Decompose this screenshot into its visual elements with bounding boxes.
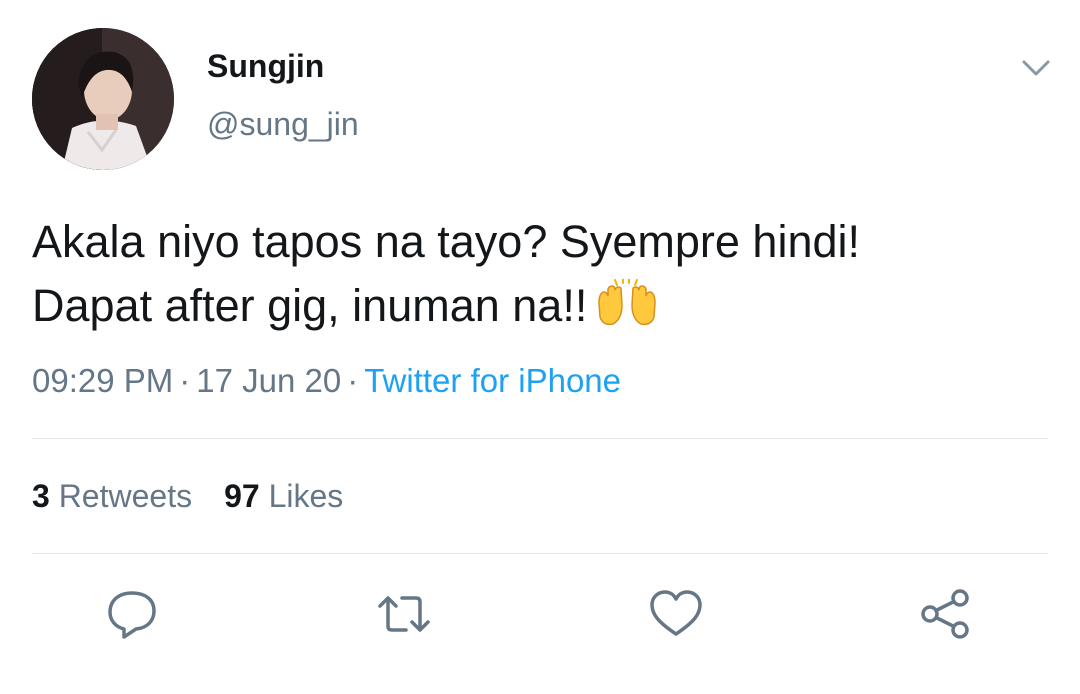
retweets-label: Retweets — [58, 478, 193, 514]
profile-photo-icon — [32, 28, 174, 170]
retweet-button[interactable] — [376, 588, 432, 640]
avatar[interactable] — [32, 28, 174, 170]
retweets-count: 3 — [32, 478, 50, 514]
tweet-text-line: Dapat after gig, inuman na!! — [32, 280, 588, 331]
reply-icon — [108, 591, 156, 639]
tweet-text: Akala niyo tapos na tayo? Syempre hindi!… — [32, 210, 1052, 338]
raising-hands-emoji-icon — [595, 278, 659, 327]
display-name[interactable]: Sungjin — [207, 48, 324, 85]
tweet-stats: 3 Retweets 97 Likes — [32, 478, 343, 515]
divider — [32, 553, 1048, 554]
heart-icon — [650, 590, 702, 636]
share-button[interactable] — [918, 588, 974, 640]
tweet-text-line-with-emoji: Dapat after gig, inuman na!! — [32, 274, 1052, 338]
share-icon — [921, 589, 969, 639]
user-handle[interactable]: @sung_jin — [207, 106, 359, 143]
reply-button[interactable] — [104, 588, 160, 640]
likes-count: 97 — [224, 478, 260, 514]
likes-stat[interactable]: 97 Likes — [224, 478, 343, 515]
tweet-time: 09:29 PM — [32, 362, 174, 399]
meta-separator: · — [347, 362, 359, 399]
tweet-meta: 09:29 PM · 17 Jun 20 · Twitter for iPhone — [32, 362, 621, 400]
meta-separator: · — [179, 362, 191, 399]
tweet-detail: Sungjin @sung_jin Akala niyo tapos na ta… — [0, 0, 1080, 694]
retweet-icon — [378, 596, 430, 632]
retweets-stat[interactable]: 3 Retweets — [32, 478, 192, 515]
divider — [32, 438, 1048, 439]
chevron-down-icon — [1022, 60, 1050, 76]
tweet-options-button[interactable] — [1018, 54, 1054, 82]
tweet-source-link[interactable]: Twitter for iPhone — [364, 362, 621, 399]
like-button[interactable] — [648, 588, 704, 640]
tweet-text-line: Akala niyo tapos na tayo? Syempre hindi! — [32, 216, 860, 267]
tweet-date: 17 Jun 20 — [196, 362, 342, 399]
likes-label: Likes — [268, 478, 344, 514]
